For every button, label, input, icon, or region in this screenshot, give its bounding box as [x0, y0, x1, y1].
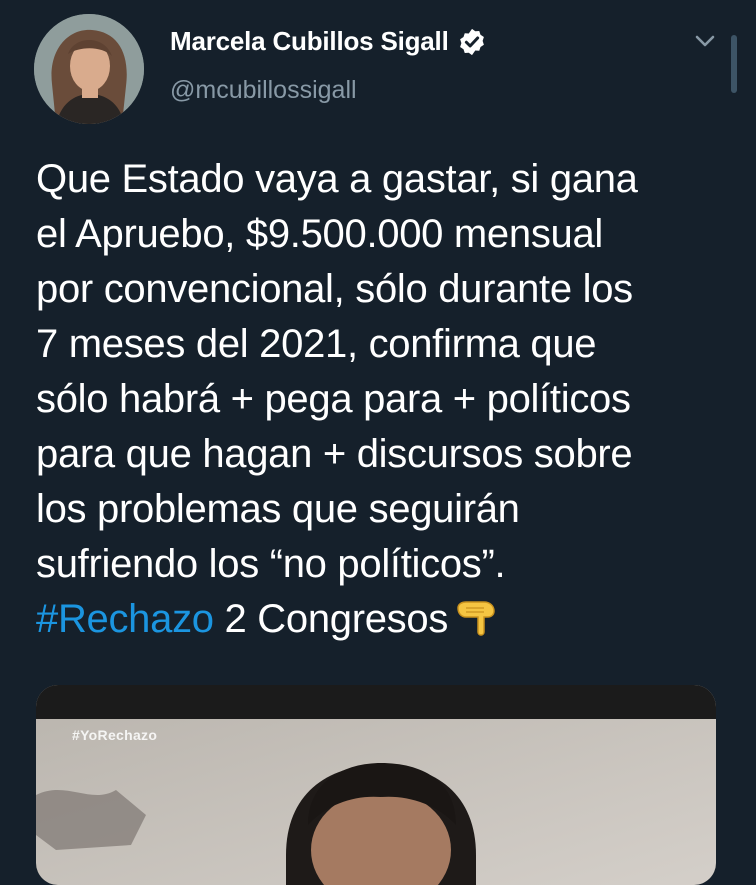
author-handle[interactable]: @mcubillossigall — [170, 76, 357, 105]
verified-badge-icon — [459, 28, 484, 55]
hashtag-link[interactable]: #Rechazo — [36, 597, 214, 641]
tweet-body: Que Estado vaya a gastar, si gana el Apr… — [36, 157, 638, 586]
media-overlay-tag: #YoRechazo — [72, 727, 158, 743]
chevron-down-icon[interactable] — [690, 28, 720, 54]
avatar[interactable] — [34, 14, 144, 124]
author-name[interactable]: Marcela Cubillos Sigall — [170, 26, 449, 57]
author-row: Marcela Cubillos Sigall — [170, 26, 487, 57]
tweet-text: Que Estado vaya a gastar, si gana el Apr… — [36, 152, 726, 647]
scrollbar[interactable] — [731, 35, 737, 93]
tweet-tail: 2 Congresos — [213, 597, 449, 641]
tweet-media[interactable]: #YoRechazo — [36, 685, 716, 885]
backhand-index-pointing-down-icon — [457, 601, 495, 636]
